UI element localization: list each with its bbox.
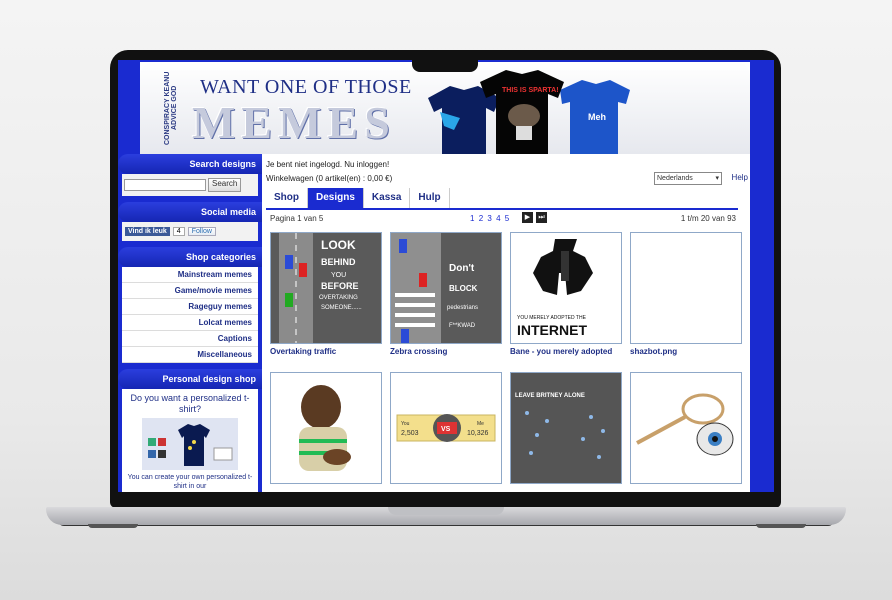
laptop-foot-left <box>88 524 138 528</box>
design-card[interactable]: LEAVE BRITNEY ALONE <box>510 372 622 487</box>
laptop-trackpad-notch <box>388 507 504 515</box>
facebook-like-button[interactable]: Vind ik leuk <box>125 227 170 236</box>
language-select[interactable]: Nederlands ▾ <box>654 172 722 185</box>
main-content: Je bent niet ingelogd. Nu inloggen! Wink… <box>266 158 750 492</box>
design-text-line: BEFORE <box>321 281 359 291</box>
design-text-line: YOU <box>331 272 346 279</box>
design-text-line: BLOCK <box>449 284 478 293</box>
design-thumbnail[interactable]: LEAVE BRITNEY ALONE <box>510 372 622 484</box>
design-thumbnail[interactable] <box>630 232 742 344</box>
design-text-line: 2,503 <box>401 430 419 437</box>
design-card[interactable]: LOOK BEHIND YOU BEFORE OVERTAKING SOMEON… <box>270 232 382 356</box>
design-card[interactable]: VS You 2,503 Me 10,326 <box>390 372 502 487</box>
promo-question: Do you want a personalized t-shirt? <box>130 393 250 414</box>
tab-designs[interactable]: Designs <box>308 188 364 208</box>
design-card[interactable]: shazbot.png <box>630 232 742 356</box>
design-thumbnail[interactable] <box>270 372 382 484</box>
tab-kassa[interactable]: Kassa <box>364 188 411 208</box>
design-thumbnail[interactable]: LOOK BEHIND YOU BEFORE OVERTAKING SOMEON… <box>270 232 382 344</box>
tab-hulp[interactable]: Hulp <box>410 188 450 208</box>
design-card[interactable]: YOU MERELY ADOPTED THE INTERNET Bane - y… <box>510 232 622 356</box>
language-select-value: Nederlands <box>657 175 693 182</box>
page-link-5[interactable]: 5 <box>505 214 509 223</box>
banner-title-big: MEMES <box>192 97 396 148</box>
category-rageguy-memes[interactable]: Rageguy memes <box>122 299 258 315</box>
category-miscellaneous[interactable]: Miscellaneous <box>122 347 258 363</box>
search-button[interactable]: Search <box>208 178 242 192</box>
next-page-icon[interactable]: ▶ <box>522 212 533 223</box>
shopping-cart-summary[interactable]: Winkelwagen (0 artikel(en) : 0,00 €) <box>266 174 392 183</box>
design-thumbnail[interactable]: Don't BLOCK pedestrians F**KWAD <box>390 232 502 344</box>
design-text-line: LEAVE BRITNEY ALONE <box>515 393 585 399</box>
design-thumbnail[interactable] <box>630 372 742 484</box>
design-caption[interactable]: Overtaking traffic <box>270 347 382 356</box>
page-link-1[interactable]: 1 <box>470 214 474 223</box>
design-text-line: OVERTAKING <box>319 295 358 301</box>
personal-design-shop-heading: Personal design shop <box>118 369 262 389</box>
social-box: Vind ik leuk 4 Follow <box>122 222 258 241</box>
search-input[interactable] <box>124 179 206 191</box>
page-link-4[interactable]: 4 <box>496 214 500 223</box>
search-box: Search <box>122 174 258 196</box>
tab-bar: Shop Designs Kassa Hulp <box>266 188 738 210</box>
twitter-follow-button[interactable]: Follow <box>187 227 216 236</box>
design-caption[interactable]: Bane - you merely adopted <box>510 347 622 356</box>
design-text-line: SOMEONE...... <box>321 305 362 311</box>
design-text-line: INTERNET <box>517 322 587 338</box>
design-text-line: 10,326 <box>467 430 489 437</box>
tab-shop[interactable]: Shop <box>266 188 308 208</box>
search-designs-heading: Search designs <box>118 154 262 174</box>
last-page-icon[interactable]: ⏭ <box>536 212 547 223</box>
page-link-2[interactable]: 2 <box>479 214 483 223</box>
design-text-line: F**KWAD <box>449 323 476 329</box>
design-text-line: LOOK <box>321 238 356 252</box>
design-text-line: BEHIND <box>321 257 356 267</box>
facebook-like-count: 4 <box>172 227 185 236</box>
tshirts-image: Meh THIS IS SPARTA! <box>428 70 630 154</box>
category-lolcat-memes[interactable]: Lolcat memes <box>122 315 258 331</box>
help-link[interactable]: Help <box>732 173 748 182</box>
laptop-screen: CONSPIRACY KEANU ADVICE GOD WANT ONE OF … <box>118 60 774 492</box>
design-text-line: pedestrians <box>447 305 478 311</box>
site-banner[interactable]: CONSPIRACY KEANU ADVICE GOD WANT ONE OF … <box>140 62 750 154</box>
personal-design-promo[interactable]: Do you want a personalized t-shirt? You … <box>122 389 258 492</box>
design-card[interactable] <box>270 372 382 487</box>
categories-list: Mainstream memes Game/movie memes Ragegu… <box>122 267 258 363</box>
design-text-line: YOU MERELY ADOPTED THE <box>517 315 587 321</box>
category-captions[interactable]: Captions <box>122 331 258 347</box>
category-mainstream-memes[interactable]: Mainstream memes <box>122 267 258 283</box>
page-indicator: Pagina 1 van 5 <box>270 214 324 223</box>
design-text-line: Me <box>477 421 484 427</box>
design-text-line: Don't <box>449 263 475 274</box>
banner-side-text: CONSPIRACY KEANU ADVICE GOD <box>164 71 178 145</box>
design-text-line: You <box>401 421 410 427</box>
design-card[interactable]: Don't BLOCK pedestrians F**KWAD Zebra cr… <box>390 232 502 356</box>
web-page: CONSPIRACY KEANU ADVICE GOD WANT ONE OF … <box>118 62 750 492</box>
shirt-text-meh: Meh <box>588 112 606 122</box>
design-text-line: VS <box>441 426 451 433</box>
promo-shirts-image <box>142 418 238 470</box>
sidebar: Search designs Search Social media Vind … <box>118 154 262 492</box>
login-notice[interactable]: Je bent niet ingelogd. Nu inloggen! <box>266 160 389 169</box>
design-thumbnail[interactable]: VS You 2,503 Me 10,326 <box>390 372 502 484</box>
page-numbers: 1 2 3 4 5 <box>470 214 511 223</box>
design-card[interactable] <box>630 372 742 487</box>
category-game-movie-memes[interactable]: Game/movie memes <box>122 283 258 299</box>
laptop-foot-right <box>756 524 806 528</box>
shop-categories-heading: Shop categories <box>118 247 262 267</box>
camera-notch <box>412 60 478 72</box>
design-thumbnail[interactable]: YOU MERELY ADOPTED THE INTERNET <box>510 232 622 344</box>
design-caption[interactable]: Zebra crossing <box>390 347 502 356</box>
page-link-3[interactable]: 3 <box>487 214 491 223</box>
design-caption[interactable]: shazbot.png <box>630 347 742 356</box>
promo-text: You can create your own personalized t-s… <box>127 474 253 490</box>
shirt-text-sparta: THIS IS SPARTA! <box>502 87 559 94</box>
chevron-down-icon: ▾ <box>715 175 719 182</box>
results-count: 1 t/m 20 van 93 <box>680 214 736 223</box>
social-media-heading: Social media <box>118 202 262 222</box>
